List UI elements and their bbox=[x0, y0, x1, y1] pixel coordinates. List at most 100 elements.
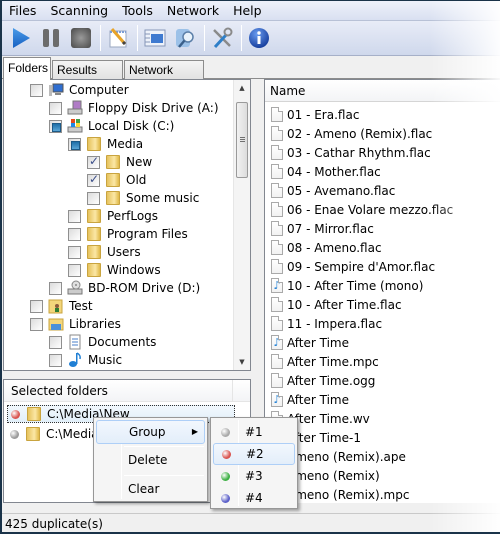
file-list-item[interactable]: 06 - Enae Volare mezzo.flac bbox=[271, 200, 453, 219]
file-icon bbox=[271, 145, 283, 160]
file-list-item[interactable]: 11 - Impera.flac bbox=[271, 314, 382, 333]
group-option-label: #4 bbox=[245, 491, 263, 505]
file-name: 02 - Ameno (Remix).flac bbox=[287, 126, 433, 141]
music-file-icon: ♪ bbox=[271, 335, 283, 350]
group-option[interactable]: #3 bbox=[213, 465, 295, 487]
folder-tree: Computer Floppy Disk Drive (A:) Local Disk… bbox=[3, 79, 251, 371]
notes-button[interactable] bbox=[105, 25, 131, 51]
bd-rom-drive-icon bbox=[67, 280, 83, 296]
tree-item[interactable]: Some music bbox=[87, 189, 199, 207]
libraries-icon bbox=[48, 316, 64, 332]
scrollbar-thumb[interactable] bbox=[236, 102, 248, 178]
view-button[interactable] bbox=[142, 25, 168, 51]
context-menu-group[interactable]: Group ▶ bbox=[96, 420, 205, 444]
file-list-item[interactable]: 07 - Mirror.flac bbox=[271, 219, 374, 238]
about-button[interactable] bbox=[246, 25, 272, 51]
menu-help[interactable]: Help bbox=[226, 1, 269, 21]
selected-folders-header: Selected folders bbox=[4, 380, 250, 402]
play-icon bbox=[13, 28, 30, 48]
tree-item-checkbox[interactable] bbox=[30, 299, 43, 313]
file-list-item[interactable]: ♪ After Time bbox=[271, 390, 349, 409]
group-color-icon bbox=[11, 409, 20, 419]
file-icon bbox=[271, 183, 283, 198]
music-note-icon bbox=[67, 352, 83, 368]
tree-item-checkbox[interactable] bbox=[87, 172, 100, 187]
tree-item[interactable]: Computer bbox=[30, 81, 129, 99]
context-menu-delete[interactable]: Delete bbox=[96, 448, 205, 472]
file-list-item[interactable]: ♪ After Time bbox=[271, 333, 349, 352]
toolbar-separator bbox=[100, 25, 101, 51]
tree-item[interactable]: BD-ROM Drive (D:) bbox=[49, 279, 200, 297]
tree-item[interactable]: Libraries bbox=[30, 315, 121, 333]
status-bar: 425 duplicate(s) bbox=[2, 513, 500, 532]
tree-item-checkbox[interactable] bbox=[68, 245, 81, 259]
tools-icon bbox=[213, 27, 233, 49]
start-scan-button[interactable] bbox=[8, 25, 34, 51]
tree-item[interactable]: Users bbox=[68, 243, 141, 261]
tree-item[interactable]: Old bbox=[87, 171, 146, 189]
tree-item[interactable]: New bbox=[87, 153, 152, 171]
file-list-item[interactable]: 04 - Mother.flac bbox=[271, 162, 381, 181]
tree-item-checkbox[interactable] bbox=[68, 227, 81, 241]
group-option[interactable]: #4 bbox=[213, 487, 295, 509]
tree-item[interactable]: Floppy Disk Drive (A:) bbox=[49, 99, 219, 117]
tree-item-checkbox[interactable] bbox=[49, 281, 62, 295]
menu-scanning[interactable]: Scanning bbox=[43, 1, 115, 21]
search-button[interactable] bbox=[172, 25, 198, 51]
scroll-down-icon[interactable]: ▼ bbox=[234, 354, 250, 370]
tree-item-checkbox[interactable] bbox=[87, 191, 100, 205]
file-list-item[interactable]: 10 - After Time.flac bbox=[271, 295, 402, 314]
tree-item-checkbox[interactable] bbox=[49, 353, 62, 367]
file-list-item[interactable]: 02 - Ameno (Remix).flac bbox=[271, 124, 432, 143]
toolbar-separator bbox=[241, 25, 242, 51]
tree-item[interactable]: Windows bbox=[68, 261, 161, 279]
tree-item-label: BD-ROM Drive (D:) bbox=[88, 281, 201, 295]
menu-network[interactable]: Network bbox=[160, 1, 226, 21]
floppy-drive-icon bbox=[67, 100, 83, 116]
pause-scan-button[interactable] bbox=[38, 25, 64, 51]
stop-scan-button[interactable] bbox=[68, 25, 94, 51]
tab-network[interactable]: Network (beta) bbox=[124, 60, 204, 91]
toolbar-separator bbox=[204, 25, 205, 51]
tree-item[interactable]: Local Disk (C:) bbox=[49, 117, 174, 135]
tab-bar: Folders Results (425) Network (beta) bbox=[2, 57, 500, 91]
tab-results[interactable]: Results (425) bbox=[52, 60, 123, 91]
tree-item[interactable]: Test bbox=[30, 297, 93, 315]
file-name: 07 - Mirror.flac bbox=[287, 221, 374, 236]
file-list-item[interactable]: After Time.ogg bbox=[271, 371, 375, 390]
group-color-icon bbox=[221, 493, 230, 503]
menu-files[interactable]: Files bbox=[2, 1, 43, 21]
tree-item[interactable]: Music bbox=[49, 351, 122, 369]
tree-item-checkbox[interactable] bbox=[68, 209, 81, 223]
tree-item-checkbox[interactable] bbox=[30, 317, 43, 331]
file-list-item[interactable]: After Time.mpc bbox=[271, 352, 379, 371]
column-header-name[interactable]: Name bbox=[265, 80, 500, 102]
file-list-item[interactable]: 08 - Ameno.flac bbox=[271, 238, 382, 257]
tree-item-checkbox[interactable] bbox=[68, 263, 81, 277]
file-list-item[interactable]: 05 - Avemano.flac bbox=[271, 181, 395, 200]
file-list-item[interactable]: ♪ 10 - After Time (mono) bbox=[271, 276, 423, 295]
tree-item-checkbox[interactable] bbox=[49, 335, 62, 349]
tree-item-checkbox[interactable] bbox=[49, 119, 62, 133]
file-list-item[interactable]: 09 - Sempire d'Amor.flac bbox=[271, 257, 435, 276]
tree-item-checkbox[interactable] bbox=[49, 101, 62, 115]
group-option-label: #2 bbox=[246, 447, 264, 461]
tree-item-checkbox[interactable] bbox=[87, 154, 100, 169]
tree-item[interactable]: Documents bbox=[49, 333, 156, 351]
context-menu-clear[interactable]: Clear bbox=[96, 477, 205, 501]
tree-scrollbar[interactable]: ▲ ▼ bbox=[233, 80, 250, 370]
settings-button[interactable] bbox=[209, 25, 235, 51]
menu-tools[interactable]: Tools bbox=[115, 1, 160, 21]
tree-item-checkbox[interactable] bbox=[30, 83, 43, 97]
file-list-item[interactable]: 01 - Era.flac bbox=[271, 105, 359, 124]
scroll-up-icon[interactable]: ▲ bbox=[234, 80, 250, 96]
tree-item[interactable]: Media bbox=[68, 135, 143, 153]
group-option[interactable]: #1 bbox=[213, 421, 295, 443]
tree-item-label: Program Files bbox=[107, 227, 188, 241]
group-option[interactable]: #2 bbox=[213, 443, 295, 465]
tree-item-checkbox[interactable] bbox=[68, 137, 81, 151]
file-list-item[interactable]: 03 - Cathar Rhythm.flac bbox=[271, 143, 431, 162]
tree-item[interactable]: Program Files bbox=[68, 225, 188, 243]
tree-item[interactable]: PerfLogs bbox=[68, 207, 158, 225]
tab-folders[interactable]: Folders bbox=[3, 57, 51, 80]
